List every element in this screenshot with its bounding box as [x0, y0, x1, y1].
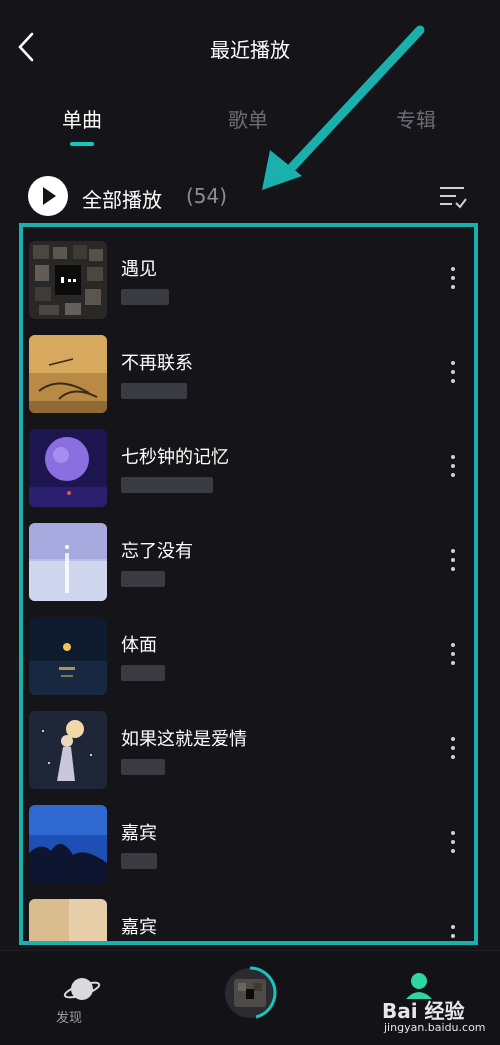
artist-name-blurred — [121, 571, 165, 587]
song-row[interactable]: 嘉宾 — [23, 885, 474, 941]
artist-name-blurred — [121, 477, 213, 493]
now-playing-disc[interactable] — [222, 965, 278, 1021]
more-options-icon[interactable] — [451, 925, 457, 941]
song-title: 不再联系 — [121, 353, 193, 374]
planet-icon[interactable] — [62, 973, 102, 1005]
more-options-icon[interactable] — [451, 549, 457, 576]
more-options-icon[interactable] — [451, 267, 457, 294]
song-title: 忘了没有 — [121, 541, 193, 562]
artist-name-blurred — [121, 853, 157, 869]
cover-image — [29, 711, 107, 789]
annotation-arrow-icon — [262, 25, 425, 190]
cover-image — [29, 241, 107, 319]
cover-image — [29, 429, 107, 507]
cover-image — [29, 899, 107, 941]
more-options-icon[interactable] — [451, 455, 457, 482]
song-title: 七秒钟的记忆 — [121, 447, 229, 468]
watermark-url: jingyan.baidu.com — [384, 1021, 486, 1034]
artist-name-blurred — [121, 759, 165, 775]
song-row[interactable]: 不再联系 — [23, 321, 474, 415]
nav-discover-label[interactable]: 发现 — [56, 1007, 82, 1026]
song-title: 体面 — [121, 635, 157, 656]
song-list-highlight: 遇见 不再联系 七秒钟的记忆 忘了没有 体面 如果这就是爱情 嘉宾 嘉宾 — [19, 223, 478, 945]
song-title: 遇见 — [121, 259, 157, 280]
song-row[interactable]: 嘉宾 — [23, 791, 474, 885]
more-options-icon[interactable] — [451, 361, 457, 388]
artist-name-blurred — [121, 383, 187, 399]
song-row[interactable]: 如果这就是爱情 — [23, 697, 474, 791]
cover-image — [29, 805, 107, 883]
bottom-navigation: 发现 Bai 经验 jingyan.baidu.com — [0, 950, 500, 1045]
more-options-icon[interactable] — [451, 737, 457, 764]
artist-name-blurred — [121, 665, 165, 681]
song-title: 嘉宾 — [121, 823, 157, 844]
watermark-logo: Bai 经验 — [382, 999, 465, 1023]
song-title: 嘉宾 — [121, 917, 157, 938]
song-row[interactable]: 七秒钟的记忆 — [23, 415, 474, 509]
artist-name-blurred — [121, 289, 169, 305]
song-title: 如果这就是爱情 — [121, 729, 247, 750]
song-row[interactable]: 忘了没有 — [23, 509, 474, 603]
cover-image — [29, 335, 107, 413]
cover-image — [29, 523, 107, 601]
cover-image — [29, 617, 107, 695]
song-row[interactable]: 遇见 — [23, 227, 474, 321]
more-options-icon[interactable] — [451, 831, 457, 858]
more-options-icon[interactable] — [451, 643, 457, 670]
song-row[interactable]: 体面 — [23, 603, 474, 697]
